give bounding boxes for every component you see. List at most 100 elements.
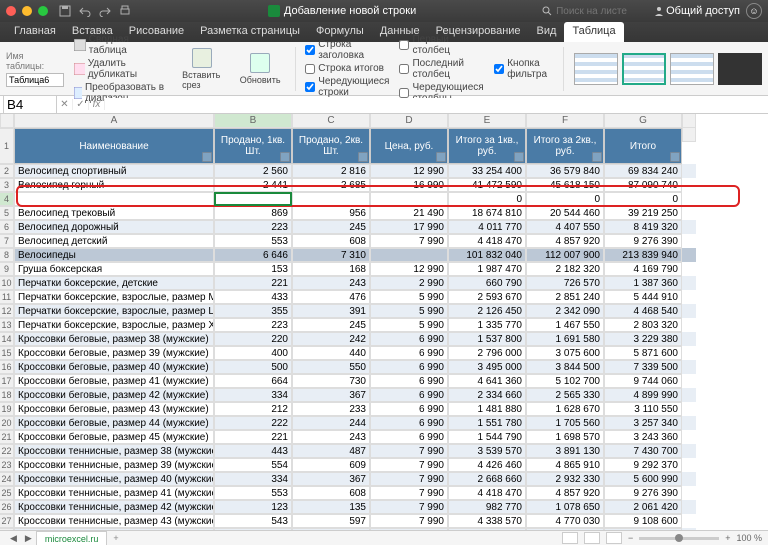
cell[interactable]: Кроссовки теннисные, размер 40 (мужские) xyxy=(14,472,214,486)
cell[interactable]: 3 243 360 xyxy=(604,430,682,444)
filter-button-check[interactable]: Кнопка фильтра xyxy=(494,58,553,80)
row-header[interactable]: 1 xyxy=(0,128,14,164)
row-header[interactable]: 5 xyxy=(0,206,14,220)
zoom-out-button[interactable]: − xyxy=(628,533,633,543)
tab-Таблица[interactable]: Таблица xyxy=(564,22,623,42)
cell[interactable]: 355 xyxy=(214,304,292,318)
table-header[interactable]: Наименование xyxy=(14,128,214,164)
row-header[interactable]: 6 xyxy=(0,220,14,234)
table-header[interactable]: Продано, 1кв. Шт. xyxy=(214,128,292,164)
cell[interactable]: 168 xyxy=(292,262,370,276)
cell[interactable]: 16 990 xyxy=(370,178,448,192)
row-header[interactable]: 16 xyxy=(0,360,14,374)
table-styles-gallery[interactable] xyxy=(574,53,762,85)
insert-slicer-button[interactable]: Вставить срез xyxy=(178,46,226,92)
cell[interactable]: 17 990 xyxy=(370,220,448,234)
cell[interactable]: 543 xyxy=(214,514,292,528)
cell[interactable]: 1 551 780 xyxy=(448,416,526,430)
search-input[interactable] xyxy=(556,6,646,17)
cell[interactable]: 1 481 880 xyxy=(448,402,526,416)
cell[interactable]: Кроссовки теннисные, размер 41 (мужские) xyxy=(14,486,214,500)
print-icon[interactable] xyxy=(118,4,132,18)
row-header[interactable]: 21 xyxy=(0,430,14,444)
header-row-check[interactable]: Строка заголовка xyxy=(305,39,389,61)
cell[interactable]: 550 xyxy=(292,360,370,374)
filter-dropdown-icon[interactable] xyxy=(436,152,446,162)
cell[interactable]: 554 xyxy=(214,458,292,472)
name-box[interactable] xyxy=(3,95,57,114)
page-break-view-icon[interactable] xyxy=(606,532,622,544)
cell[interactable]: 3 844 500 xyxy=(526,360,604,374)
cell[interactable]: 440 xyxy=(292,346,370,360)
fx-icon[interactable]: fx xyxy=(89,99,105,110)
cell[interactable]: 2 126 450 xyxy=(448,304,526,318)
cell[interactable]: 242 xyxy=(292,332,370,346)
cell[interactable]: 4 857 920 xyxy=(526,234,604,248)
cell[interactable]: 3 539 570 xyxy=(448,444,526,458)
cell[interactable]: 123 xyxy=(214,500,292,514)
cell[interactable]: 233 xyxy=(292,402,370,416)
cell[interactable]: 1 698 570 xyxy=(526,430,604,444)
cell[interactable]: Перчатки боксерские, детские xyxy=(14,276,214,290)
filter-dropdown-icon[interactable] xyxy=(514,152,524,162)
table-style-3[interactable] xyxy=(670,53,714,85)
cell[interactable]: 4 418 470 xyxy=(448,234,526,248)
cell[interactable]: 9 108 600 xyxy=(604,514,682,528)
row-header[interactable]: 17 xyxy=(0,374,14,388)
cell[interactable]: 3 110 550 xyxy=(604,402,682,416)
cell[interactable]: 221 xyxy=(214,430,292,444)
cell[interactable]: 220 xyxy=(214,332,292,346)
column-header[interactable]: D xyxy=(370,114,448,128)
filter-dropdown-icon[interactable] xyxy=(358,152,368,162)
cell[interactable]: 7 990 xyxy=(370,234,448,248)
cell[interactable]: 391 xyxy=(292,304,370,318)
cell[interactable]: 4 899 990 xyxy=(604,388,682,402)
cell[interactable]: 1 628 670 xyxy=(526,402,604,416)
cell[interactable]: 553 xyxy=(214,486,292,500)
cell[interactable]: 9 276 390 xyxy=(604,234,682,248)
row-header[interactable]: 13 xyxy=(0,318,14,332)
zoom-thumb[interactable] xyxy=(675,534,683,542)
cell[interactable]: 213 839 940 xyxy=(604,248,682,262)
cell[interactable]: Кроссовки беговые, размер 39 (мужские) xyxy=(14,346,214,360)
cell[interactable]: 2 182 320 xyxy=(526,262,604,276)
cell[interactable]: 4 857 920 xyxy=(526,486,604,500)
table-style-2[interactable] xyxy=(622,53,666,85)
feedback-icon[interactable]: ☺ xyxy=(746,3,762,19)
cell[interactable]: 2 796 000 xyxy=(448,346,526,360)
cell[interactable]: 33 254 400 xyxy=(448,164,526,178)
cell[interactable]: 2 593 670 xyxy=(448,290,526,304)
cell[interactable]: 243 xyxy=(292,430,370,444)
cell[interactable]: 3 891 130 xyxy=(526,444,604,458)
cell[interactable]: Велосипед спортивный xyxy=(14,164,214,178)
cell[interactable]: 500 xyxy=(214,360,292,374)
cell[interactable]: 6 990 xyxy=(370,360,448,374)
save-icon[interactable] xyxy=(58,4,72,18)
cell[interactable]: 7 339 500 xyxy=(604,360,682,374)
cell[interactable]: Велосипед трековый xyxy=(14,206,214,220)
column-header[interactable]: G xyxy=(604,114,682,128)
add-sheet-button[interactable]: + xyxy=(107,533,124,543)
cell[interactable]: Велосипеды xyxy=(14,248,214,262)
cell[interactable]: 726 570 xyxy=(526,276,604,290)
cancel-formula-icon[interactable]: ✕ xyxy=(57,99,73,110)
cell[interactable]: 6 990 xyxy=(370,430,448,444)
cell[interactable]: 476 xyxy=(292,290,370,304)
column-header[interactable]: F xyxy=(526,114,604,128)
table-header[interactable]: Итого за 2кв., руб. xyxy=(526,128,604,164)
pivot-button[interactable]: Сводная таблица xyxy=(74,34,168,56)
cell[interactable]: 7 990 xyxy=(370,500,448,514)
tab-Главная[interactable]: Главная xyxy=(6,22,64,42)
cell[interactable]: Кроссовки теннисные, размер 42 (мужские) xyxy=(14,500,214,514)
cell[interactable]: Перчатки боксерские, взрослые, размер M xyxy=(14,290,214,304)
cell[interactable]: 5 102 700 xyxy=(526,374,604,388)
column-header[interactable]: B xyxy=(214,114,292,128)
minimize-icon[interactable] xyxy=(22,6,32,16)
cell[interactable]: 1 544 790 xyxy=(448,430,526,444)
table-header[interactable]: Цена, руб. xyxy=(370,128,448,164)
cell[interactable]: 5 871 600 xyxy=(604,346,682,360)
column-header[interactable]: E xyxy=(448,114,526,128)
cell[interactable]: 1 705 560 xyxy=(526,416,604,430)
row-header[interactable]: 8 xyxy=(0,248,14,262)
table-header[interactable]: Продано, 2кв. Шт. xyxy=(292,128,370,164)
